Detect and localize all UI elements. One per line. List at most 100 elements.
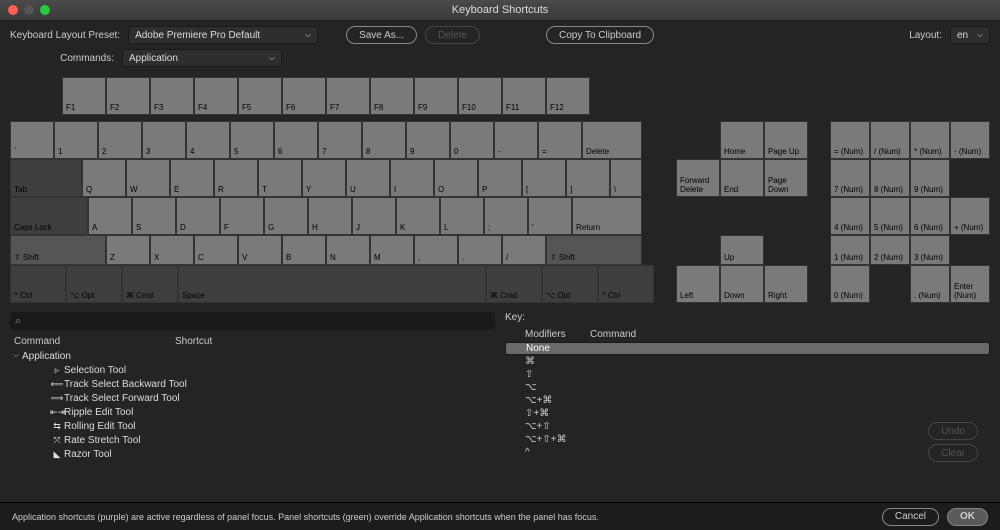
key-f2[interactable]: F2	[106, 77, 150, 115]
key-6-num-[interactable]: 6 (Num)	[910, 197, 950, 235]
key-caps-lock[interactable]: Caps Lock	[10, 197, 88, 235]
key-a[interactable]: A	[88, 197, 132, 235]
key--num-[interactable]: + (Num)	[950, 197, 990, 235]
key-home[interactable]: Home	[720, 121, 764, 159]
key--shift[interactable]: ⇧ Shift	[10, 235, 106, 265]
key--[interactable]: \	[610, 159, 642, 197]
search-input[interactable]: ⌕	[10, 312, 495, 330]
key-v[interactable]: V	[238, 235, 282, 265]
command-item[interactable]: ⟸Track Select Backward Tool	[10, 377, 495, 391]
modifier-row[interactable]: ⌥	[505, 381, 990, 394]
key-5-num-[interactable]: 5 (Num)	[870, 197, 910, 235]
key--shift[interactable]: ⇧ Shift	[546, 235, 642, 265]
key-f12[interactable]: F12	[546, 77, 590, 115]
key--opt[interactable]: ⌥ Opt	[66, 265, 122, 303]
modifier-row[interactable]: ⌥+⇧+⌘	[505, 433, 990, 446]
key--[interactable]: ;	[484, 197, 528, 235]
key-l[interactable]: L	[440, 197, 484, 235]
key--ctrl[interactable]: ^ Ctrl	[598, 265, 654, 303]
key--[interactable]: /	[502, 235, 546, 265]
key-f[interactable]: F	[220, 197, 264, 235]
key-p[interactable]: P	[478, 159, 522, 197]
ok-button[interactable]: OK	[947, 508, 988, 526]
key-space[interactable]: Space	[178, 265, 486, 303]
command-item[interactable]: ⤧Rate Stretch Tool	[10, 433, 495, 447]
key-page-up[interactable]: Page Up	[764, 121, 808, 159]
key-f7[interactable]: F7	[326, 77, 370, 115]
key-x[interactable]: X	[150, 235, 194, 265]
key--[interactable]: '	[528, 197, 572, 235]
key-end[interactable]: End	[720, 159, 764, 197]
key-8[interactable]: 8	[362, 121, 406, 159]
key--cmd[interactable]: ⌘ Cmd	[122, 265, 178, 303]
key-2-num-[interactable]: 2 (Num)	[870, 235, 910, 265]
key--[interactable]: =	[538, 121, 582, 159]
key-e[interactable]: E	[170, 159, 214, 197]
key-0[interactable]: 0	[450, 121, 494, 159]
preset-select[interactable]: Adobe Premiere Pro Default⌵	[128, 26, 318, 44]
key-3[interactable]: 3	[142, 121, 186, 159]
key-6[interactable]: 6	[274, 121, 318, 159]
key-enter-num-[interactable]: Enter (Num)	[950, 265, 990, 303]
key-d[interactable]: D	[176, 197, 220, 235]
key-1-num-[interactable]: 1 (Num)	[830, 235, 870, 265]
key-y[interactable]: Y	[302, 159, 346, 197]
cancel-button[interactable]: Cancel	[882, 508, 939, 526]
key-c[interactable]: C	[194, 235, 238, 265]
key-k[interactable]: K	[396, 197, 440, 235]
key-9[interactable]: 9	[406, 121, 450, 159]
key-s[interactable]: S	[132, 197, 176, 235]
key-r[interactable]: R	[214, 159, 258, 197]
command-item[interactable]: ▹Selection Tool	[10, 363, 495, 377]
key-tab[interactable]: Tab	[10, 159, 82, 197]
key--num-[interactable]: * (Num)	[910, 121, 950, 159]
key-h[interactable]: H	[308, 197, 352, 235]
key-f8[interactable]: F8	[370, 77, 414, 115]
key-f11[interactable]: F11	[502, 77, 546, 115]
key--ctrl[interactable]: ^ Ctrl	[10, 265, 66, 303]
key-q[interactable]: Q	[82, 159, 126, 197]
key-n[interactable]: N	[326, 235, 370, 265]
command-item[interactable]: ⟹Track Select Forward Tool	[10, 391, 495, 405]
key-9-num-[interactable]: 9 (Num)	[910, 159, 950, 197]
key-delete[interactable]: Delete	[582, 121, 642, 159]
save-as-button[interactable]: Save As...	[346, 26, 417, 44]
modifier-list[interactable]: None⌘⇧⌥⌥+⌘⇧+⌘⌥+⇧⌥+⇧+⌘^	[505, 342, 990, 460]
key-o[interactable]: O	[434, 159, 478, 197]
key-forward-delete[interactable]: Forward Delete	[676, 159, 720, 197]
command-item[interactable]: ⇆Rolling Edit Tool	[10, 419, 495, 433]
key-f1[interactable]: F1	[62, 77, 106, 115]
key-2[interactable]: 2	[98, 121, 142, 159]
key-1[interactable]: 1	[54, 121, 98, 159]
key-f10[interactable]: F10	[458, 77, 502, 115]
key-4[interactable]: 4	[186, 121, 230, 159]
key--[interactable]: ,	[414, 235, 458, 265]
key-f3[interactable]: F3	[150, 77, 194, 115]
key--opt[interactable]: ⌥ Opt	[542, 265, 598, 303]
key-f9[interactable]: F9	[414, 77, 458, 115]
copy-clipboard-button[interactable]: Copy To Clipboard	[546, 26, 654, 44]
key-up[interactable]: Up	[720, 235, 764, 265]
key--[interactable]: .	[458, 235, 502, 265]
key--num-[interactable]: / (Num)	[870, 121, 910, 159]
key--[interactable]: `	[10, 121, 54, 159]
modifier-row[interactable]: ⌥+⌘	[505, 394, 990, 407]
key-page-down[interactable]: Page Down	[764, 159, 808, 197]
key-5[interactable]: 5	[230, 121, 274, 159]
commands-select[interactable]: Application⌵	[122, 49, 282, 67]
command-list[interactable]: ⌵Application▹Selection Tool⟸Track Select…	[10, 349, 495, 459]
modifier-row[interactable]: ^	[505, 446, 990, 459]
modifier-row[interactable]: ⇧+⌘	[505, 407, 990, 420]
key--num-[interactable]: = (Num)	[830, 121, 870, 159]
key-f4[interactable]: F4	[194, 77, 238, 115]
key--num-[interactable]: - (Num)	[950, 121, 990, 159]
modifier-row[interactable]: ⇧	[505, 368, 990, 381]
key-return[interactable]: Return	[572, 197, 642, 235]
key--[interactable]: -	[494, 121, 538, 159]
key-w[interactable]: W	[126, 159, 170, 197]
key-i[interactable]: I	[390, 159, 434, 197]
command-item[interactable]: ⇤⇥Ripple Edit Tool	[10, 405, 495, 419]
key-t[interactable]: T	[258, 159, 302, 197]
key-b[interactable]: B	[282, 235, 326, 265]
key-3-num-[interactable]: 3 (Num)	[910, 235, 950, 265]
